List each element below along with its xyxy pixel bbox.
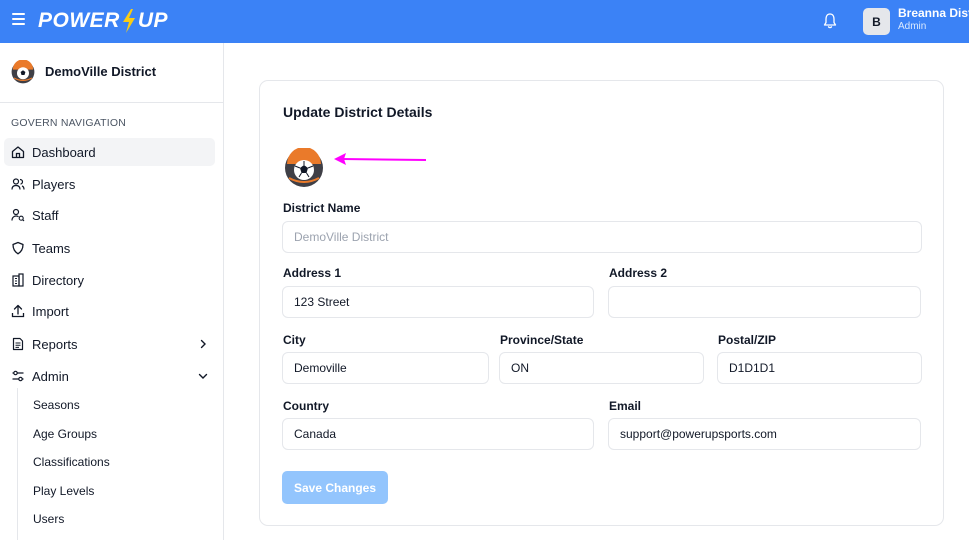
sidebar-subitem-users[interactable]: Users bbox=[33, 512, 64, 526]
sidebar-item-label: Staff bbox=[32, 208, 59, 223]
sidebar-item-label: Teams bbox=[32, 241, 71, 256]
user-avatar[interactable]: B bbox=[863, 8, 890, 35]
province-label: Province/State bbox=[500, 333, 584, 347]
report-icon bbox=[12, 337, 24, 351]
card-title: Update District Details bbox=[283, 104, 433, 120]
district-header[interactable]: DemoVille District bbox=[0, 43, 223, 103]
chevron-right-icon bbox=[200, 339, 206, 349]
chevron-down-icon bbox=[198, 373, 208, 379]
sidebar-subitem-classifications[interactable]: Classifications bbox=[33, 455, 110, 469]
postal-field[interactable] bbox=[717, 352, 922, 384]
sidebar-item-label: Reports bbox=[32, 337, 78, 352]
address2-label: Address 2 bbox=[609, 266, 668, 280]
sidebar-item-players[interactable]: Players bbox=[4, 170, 215, 198]
user-name[interactable]: Breanna Dist bbox=[898, 6, 969, 20]
sidebar-item-teams[interactable]: Teams bbox=[4, 234, 215, 262]
brand-text-left: POWER bbox=[38, 9, 120, 32]
menu-icon[interactable] bbox=[12, 13, 25, 25]
address1-field[interactable] bbox=[282, 286, 594, 318]
sidebar-item-label: Import bbox=[32, 304, 69, 319]
city-field[interactable] bbox=[282, 352, 489, 384]
users-icon bbox=[11, 178, 25, 190]
lightning-bolt-icon bbox=[122, 9, 135, 33]
sidebar-subitem-play-levels[interactable]: Play Levels bbox=[33, 484, 94, 498]
nav-heading: GOVERN NAVIGATION bbox=[11, 117, 127, 129]
province-field[interactable] bbox=[499, 352, 704, 384]
sidebar: DemoVille District GOVERN NAVIGATION Das… bbox=[0, 43, 224, 540]
email-label: Email bbox=[609, 399, 642, 413]
sliders-icon bbox=[12, 370, 24, 382]
top-bar: POWER UP B Breanna Dist Admin bbox=[0, 0, 969, 43]
country-field[interactable] bbox=[282, 418, 594, 450]
sidebar-item-reports[interactable]: Reports bbox=[4, 330, 215, 358]
district-details-card: Update District Details District Name Ad… bbox=[259, 80, 944, 526]
brand-text-right: UP bbox=[137, 9, 169, 32]
sidebar-item-admin[interactable]: Admin bbox=[4, 362, 215, 390]
shield-icon bbox=[12, 241, 24, 255]
home-icon bbox=[11, 146, 25, 159]
postal-label: Postal/ZIP bbox=[718, 333, 777, 347]
sidebar-item-dashboard[interactable]: Dashboard bbox=[4, 138, 215, 166]
sidebar-subitem-seasons[interactable]: Seasons bbox=[33, 398, 80, 412]
sidebar-item-import[interactable]: Import bbox=[4, 297, 215, 325]
sidebar-item-label: Admin bbox=[32, 369, 69, 384]
email-field[interactable] bbox=[608, 418, 921, 450]
sidebar-item-directory[interactable]: Directory bbox=[4, 266, 215, 294]
district-logo-icon bbox=[11, 60, 35, 84]
upload-icon bbox=[11, 304, 25, 318]
sidebar-item-label: Players bbox=[32, 177, 76, 192]
sidebar-item-staff[interactable]: Staff bbox=[4, 201, 215, 229]
staff-icon bbox=[11, 208, 25, 222]
district-name: DemoVille District bbox=[45, 64, 157, 79]
building-icon bbox=[12, 273, 24, 287]
annotation-arrow-icon bbox=[334, 153, 427, 165]
district-name-field[interactable] bbox=[282, 221, 922, 253]
submenu-rail bbox=[17, 388, 18, 540]
sidebar-item-label: Directory bbox=[32, 273, 85, 288]
sidebar-item-label: Dashboard bbox=[32, 145, 96, 160]
district-logo-icon[interactable] bbox=[284, 148, 324, 188]
district-name-label: District Name bbox=[283, 201, 361, 215]
address2-field[interactable] bbox=[608, 286, 921, 318]
city-label: City bbox=[283, 333, 306, 347]
sidebar-subitem-age-groups[interactable]: Age Groups bbox=[33, 427, 97, 441]
brand-logo[interactable]: POWER UP bbox=[38, 6, 168, 36]
user-role: Admin bbox=[898, 21, 927, 32]
save-changes-button[interactable]: Save Changes bbox=[282, 471, 388, 504]
bell-icon[interactable] bbox=[822, 12, 838, 30]
address1-label: Address 1 bbox=[283, 266, 342, 280]
country-label: Country bbox=[283, 399, 329, 413]
